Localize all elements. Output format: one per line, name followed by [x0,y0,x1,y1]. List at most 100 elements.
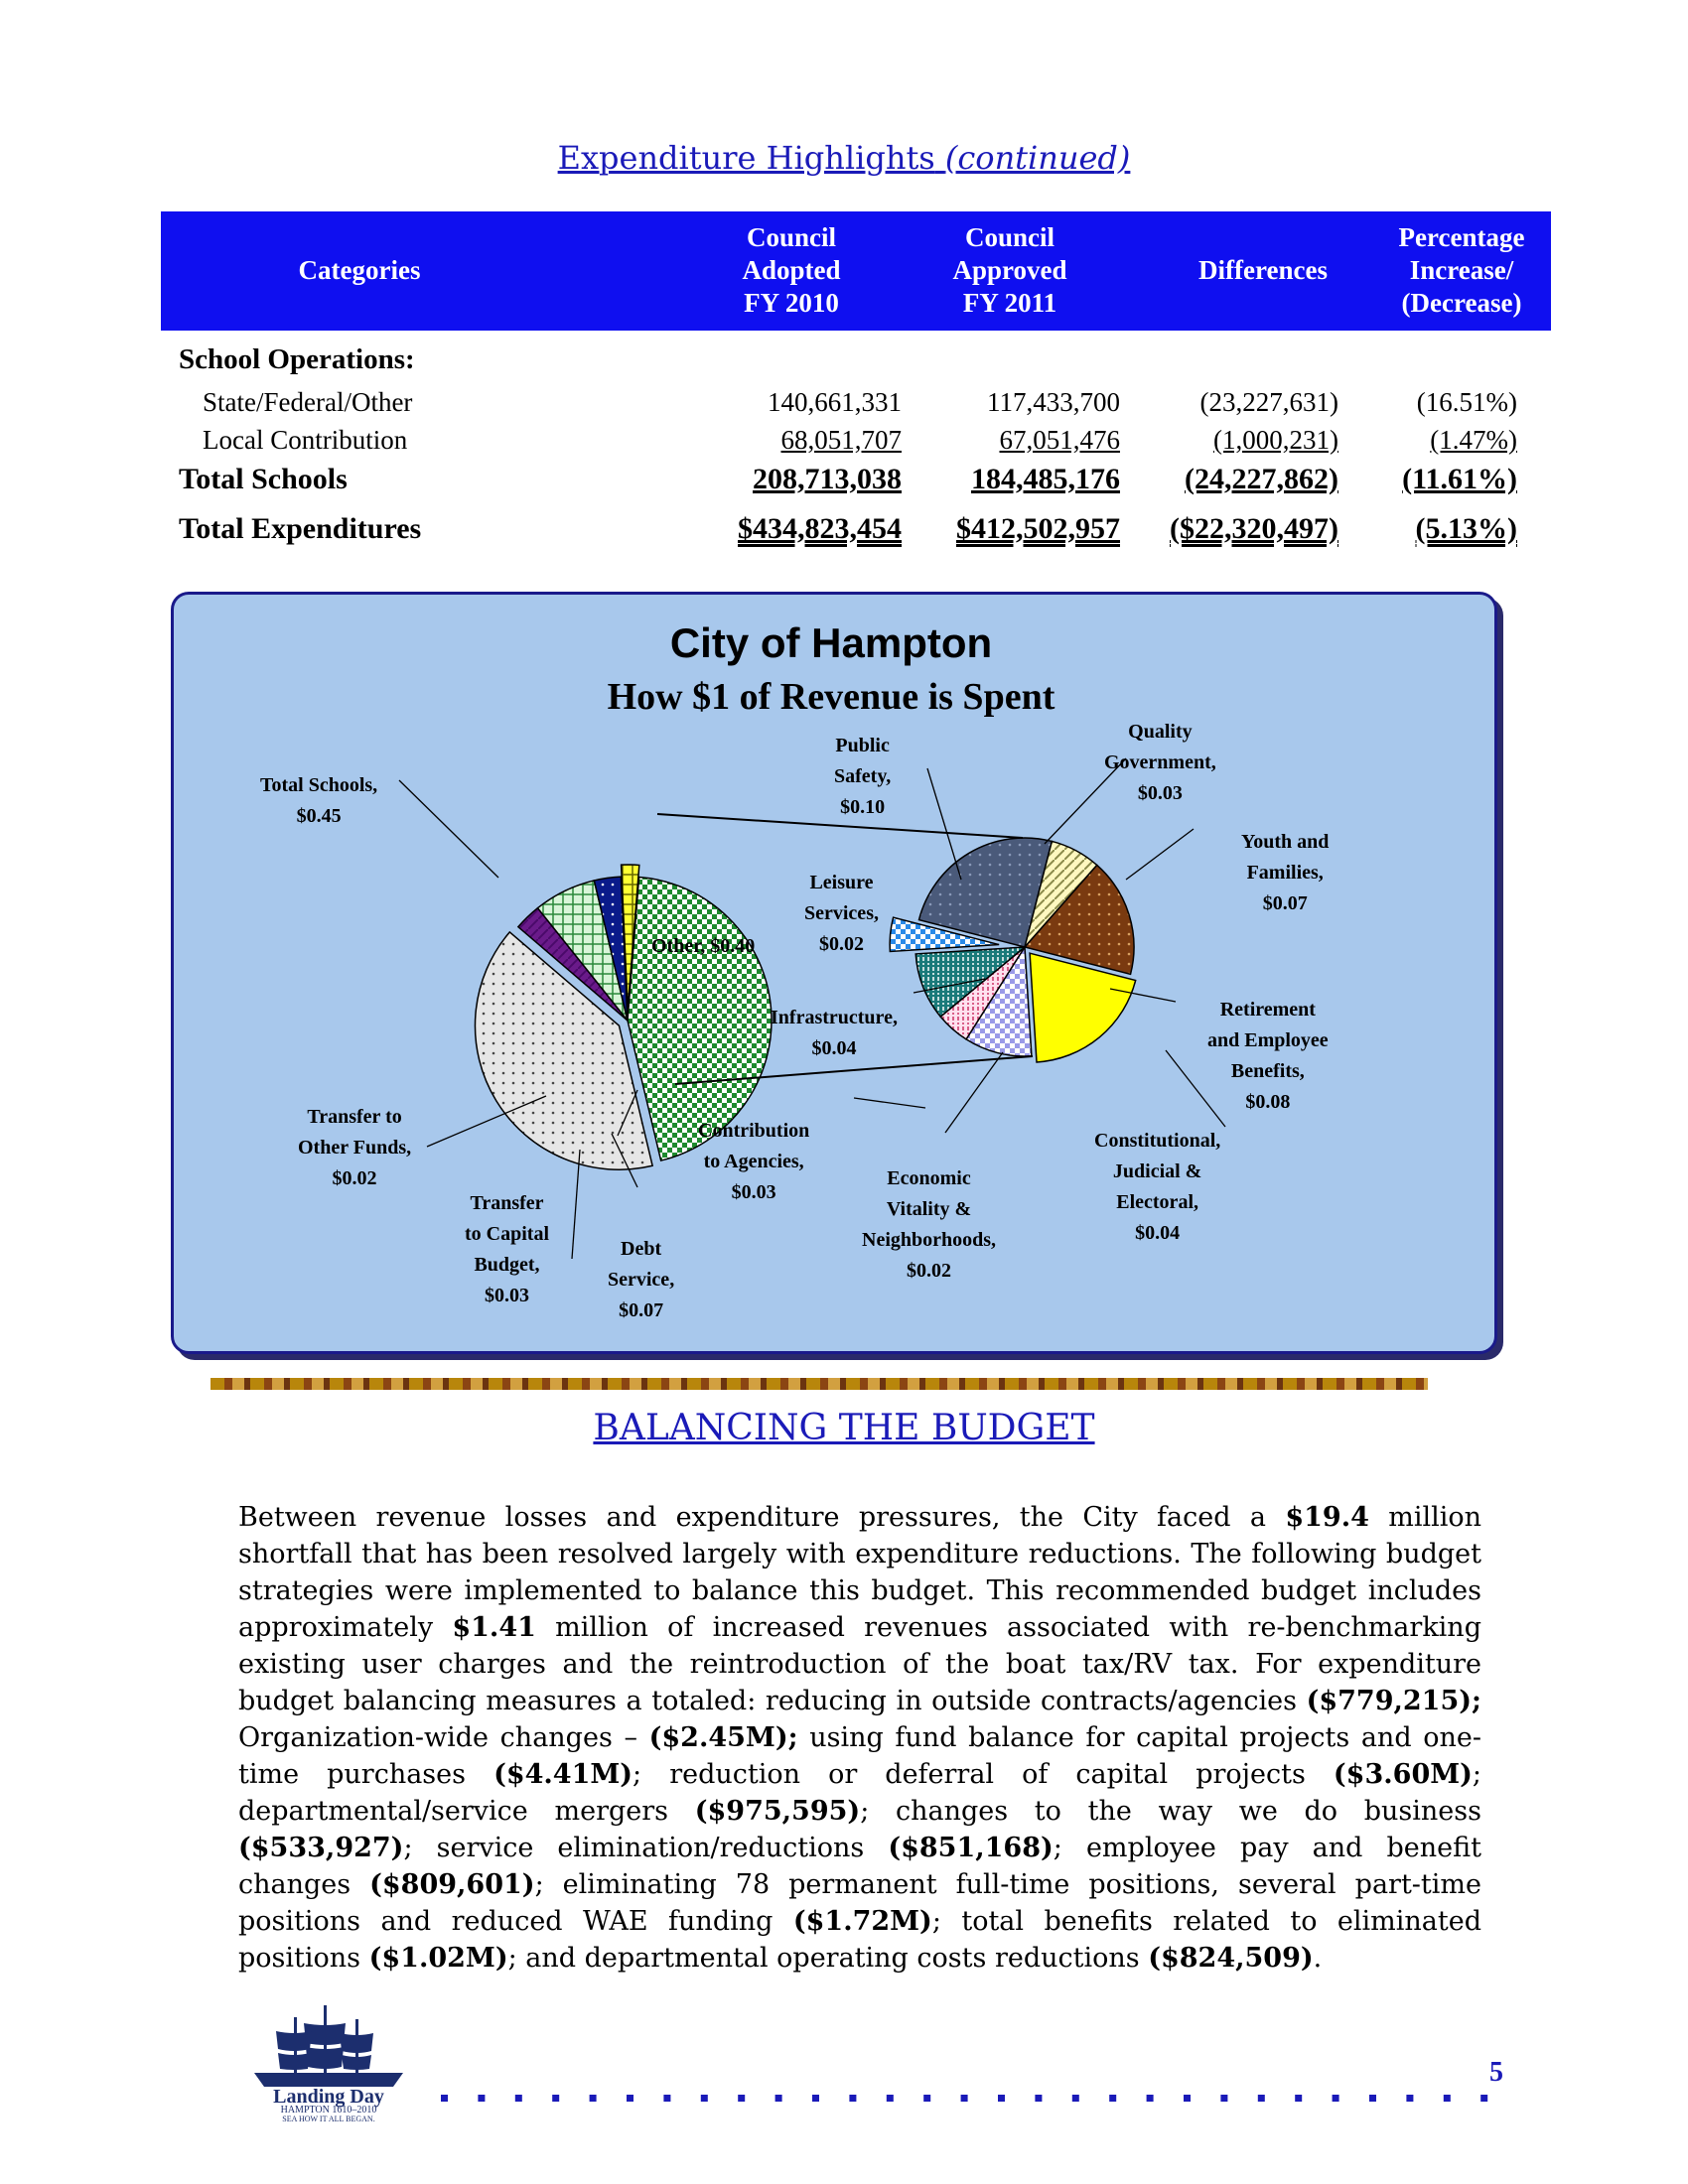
cell-pct: (11.61%) [1402,463,1517,495]
total-expenditures-row: Total Expenditures $434,823,454 $412,502,9… [0,512,1688,550]
footer-dot-rule [441,2095,1488,2102]
leader-line [398,779,499,879]
header-categories: Categories [298,255,421,285]
header-pct-line3: (Decrease) [1401,288,1522,318]
cell-fy2010: 208,713,038 [753,463,902,495]
label-retirement: Retirement and Employee Benefits, $0.08 [1207,999,1329,1113]
header-fy2011-line2: Approved [952,255,1067,285]
cell-pct: (5.13%) [1415,512,1517,545]
row-label: State/Federal/Other [203,387,413,417]
footer-dot [441,2095,448,2102]
label-total-schools: Total Schools, $0.45 [260,774,378,827]
header-fy2011-line1: Council [964,222,1055,252]
footer-dot [1480,2095,1488,2102]
header-differences: Differences [1198,255,1328,285]
page-title: Expenditure Highlights (continued) [0,139,1688,177]
footer-dot [923,2095,931,2102]
table-row: Local Contribution 68,051,707 67,051,476 (1… [0,425,1688,463]
header-fy2011-line3: FY 2011 [962,288,1057,318]
cell-fy2010: 140,661,331 [768,387,902,417]
label-youth-families: Youth and Families, $0.07 [1241,831,1330,914]
footer-dot [1332,2095,1339,2102]
footer-dot [1406,2095,1414,2102]
decorative-band [211,1378,1428,1390]
cell-diff: (24,227,862) [1185,463,1338,495]
cell-fy2011: 117,433,700 [987,387,1120,417]
cell-fy2011: $412,502,957 [956,512,1120,545]
table-row: State/Federal/Other 140,661,331 117,433,70… [0,387,1688,425]
header-pct-line1: Percentage [1398,222,1525,252]
logo-text-line3: SEA HOW IT ALL BEGAN. [282,2115,374,2122]
footer-dot [886,2095,894,2102]
row-label: Local Contribution [203,425,408,455]
header-fy2011: Council Approved FY 2011 [925,221,1094,320]
label-infrastructure: Infrastructure, $0.04 [771,1007,898,1059]
label-public-safety: Public Safety, $0.10 [834,735,892,818]
header-fy2010-line1: Council [746,222,837,252]
leader-line [571,1149,581,1260]
footer-dot [663,2095,671,2102]
cell-diff: (23,227,631) [1199,387,1338,417]
footer-dot [1257,2095,1265,2102]
label-economic-vitality: Economic Vitality & Neighborhoods, $0.02 [862,1167,997,1282]
row-label: Total Expenditures [179,512,422,545]
footer-dot [1295,2095,1303,2102]
cell-pct: (1.47%) [1430,425,1517,455]
footer-dot [1109,2095,1117,2102]
label-debt-service: Debt Service, $0.07 [608,1238,675,1321]
footer-dot [849,2095,857,2102]
cell-fy2010: $434,823,454 [738,512,902,545]
page-number: 5 [1489,2057,1503,2088]
header-pct-line2: Increase/ [1409,255,1514,285]
cell-pct: (16.51%) [1416,387,1517,417]
footer-dot [1035,2095,1043,2102]
cell-diff: ($22,320,497) [1170,512,1338,545]
footer-dot [1184,2095,1191,2102]
footer-dot [514,2095,522,2102]
label-quality-government: Quality Government, $0.03 [1104,721,1216,804]
footer-dot [1220,2095,1228,2102]
leader-line [1125,828,1195,881]
footer-dot [552,2095,560,2102]
label-other: Other, $0.40 [651,935,756,957]
header-percentage: Percentage Increase/ (Decrease) [1372,221,1551,320]
label-transfer-other: Transfer to Other Funds, $0.02 [298,1106,412,1189]
leader-line [853,1097,926,1109]
page-title-continued: (continued) [944,139,1131,177]
leader-line [926,767,962,881]
footer-dot [589,2095,597,2102]
footer-dot [478,2095,486,2102]
cell-fy2011: 67,051,476 [999,425,1121,455]
balancing-title: BALANCING THE BUDGET [593,1408,1095,1448]
footer-dot [774,2095,782,2102]
footer-dot [812,2095,819,2102]
cell-fy2010: 68,051,707 [780,425,903,455]
footer-dot [960,2095,968,2102]
chart-title: City of Hampton [669,619,993,666]
balancing-paragraph: Between revenue losses and expenditure p… [238,1502,1482,1974]
section-school-operations: School Operations: [179,343,1539,381]
section-label: School Operations: [179,343,415,375]
footer-dot [627,2095,633,2102]
label-contribution: Contribution to Agencies, $0.03 [698,1120,810,1203]
footer-dot [738,2095,746,2102]
cell-fy2011: 184,485,176 [971,463,1120,495]
total-schools-row: Total Schools 208,713,038 184,485,176 (24,2… [0,463,1688,500]
footer-dot [1146,2095,1154,2102]
label-constitutional: Constitutional, Judicial & Electoral, $0… [1094,1130,1221,1244]
footer-dot [1071,2095,1079,2102]
label-transfer-capital: Transfer to Capital Budget, $0.03 [465,1192,549,1306]
header-fy2010: Council Adopted FY 2010 [707,221,876,320]
cell-diff: (1,000,231) [1213,425,1338,455]
table-header: Categories Council Adopted FY 2010 Counc… [161,211,1551,331]
row-label: Total Schools [179,463,348,495]
header-fy2010-line2: Adopted [742,255,841,285]
chart-subtitle: How $1 of Revenue is Spent [607,676,1055,718]
footer-dot [1443,2095,1451,2102]
label-leisure-services: Leisure Services, $0.02 [804,872,879,955]
footer-dot [998,2095,1005,2102]
header-fy2010-line3: FY 2010 [744,288,839,318]
footer-dot [1369,2095,1376,2102]
leader-line [944,1051,1004,1134]
page-title-main: Expenditure Highlights [557,139,935,177]
